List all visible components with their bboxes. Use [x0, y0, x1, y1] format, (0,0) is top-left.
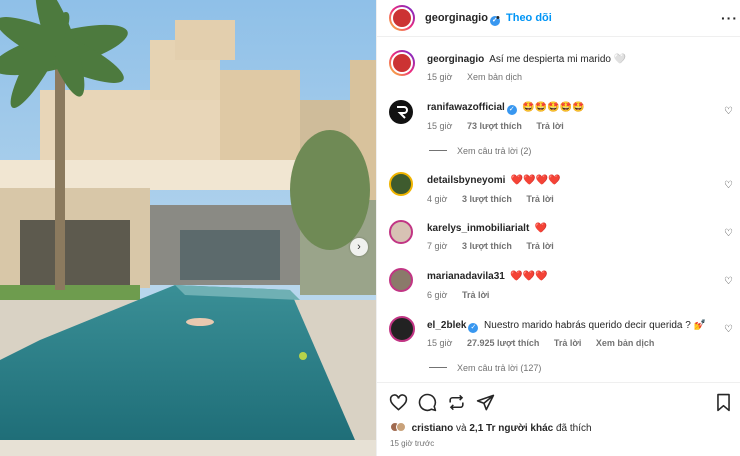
comment-text: 🤩🤩🤩🤩🤩 — [522, 102, 585, 113]
comment-meta: 15 giờ 73 lượt thích Trả lời — [427, 121, 576, 131]
liker-username[interactable]: cristiano — [412, 423, 454, 434]
post-panel: georginagio ✓ • Theo dõi ··· georginagio … — [376, 0, 740, 456]
verified-icon: ✓ — [506, 105, 517, 115]
comment-line: karelys_inmobiliarialt ❤️ — [427, 223, 547, 234]
post-time: 15 giờ trước — [390, 439, 435, 448]
comment-avatar[interactable] — [389, 220, 413, 244]
comment-time: 15 giờ — [427, 338, 453, 348]
comment-username[interactable]: detailsbyneyomi — [427, 175, 505, 186]
caption-line: georginagio Así me despierta mi marido 🤍 — [427, 54, 626, 65]
likes-count[interactable]: 2,1 Tr người khác — [469, 423, 553, 434]
follow-button[interactable]: Theo dõi — [506, 12, 552, 24]
comment-meta: 15 giờ 27.925 lượt thích Trả lời Xem bản… — [427, 338, 666, 348]
reply-button[interactable]: Trả lời — [554, 338, 581, 348]
reply-button[interactable]: Trả lời — [526, 194, 553, 204]
translate-link[interactable]: Xem bản dịch — [596, 338, 655, 348]
likes-suffix: đã thích — [553, 423, 592, 434]
comment-likes[interactable]: 73 lượt thích — [467, 121, 522, 131]
more-icon[interactable]: ··· — [721, 10, 738, 26]
caption-meta: 15 giờ Xem bản dịch — [427, 72, 534, 82]
action-bar — [377, 382, 740, 422]
reply-button[interactable]: Trả lời — [526, 241, 553, 251]
separator-dot: • — [496, 12, 500, 24]
likes-middle: và — [453, 423, 470, 434]
author-username[interactable]: georginagio ✓ — [425, 12, 500, 26]
comment-username[interactable]: karelys_inmobiliarialt — [427, 223, 529, 234]
verified-icon: ✓ — [468, 323, 479, 333]
comment-avatar[interactable] — [389, 172, 413, 196]
comment-line: detailsbyneyomi ❤️❤️❤️❤️ — [427, 175, 561, 186]
comment-username[interactable]: marianadavila31 — [427, 271, 505, 282]
chevron-right-icon: › — [357, 241, 361, 253]
heart-icon[interactable] — [389, 393, 408, 417]
view-replies-button[interactable]: Xem câu trả lời (127) — [429, 363, 541, 373]
post-header: georginagio ✓ • Theo dõi ··· — [377, 0, 740, 37]
view-replies-button[interactable]: Xem câu trả lời (2) — [429, 146, 531, 156]
caption-translate-link[interactable]: Xem bản dịch — [467, 72, 522, 82]
author-username-text: georginagio — [425, 12, 488, 24]
comment-likes[interactable]: 3 lượt thích — [462, 194, 512, 204]
comment-text: ❤️❤️❤️ — [510, 271, 548, 282]
liker-avatar — [396, 422, 406, 432]
comment-text: ❤️ — [534, 223, 548, 234]
view-replies-label: Xem câu trả lời (2) — [457, 146, 532, 156]
comment-time: 7 giờ — [427, 241, 448, 251]
pool-photo — [0, 0, 376, 456]
post-media[interactable]: › — [0, 0, 376, 456]
heart-icon[interactable]: ♡ — [724, 106, 733, 117]
caption-avatar[interactable] — [389, 50, 415, 76]
heart-icon[interactable]: ♡ — [724, 228, 733, 239]
likes-summary[interactable]: cristiano và 2,1 Tr người khác đã thích — [390, 422, 592, 434]
repost-icon[interactable] — [447, 393, 466, 417]
comment-time: 4 giờ — [427, 194, 448, 204]
comment-text: ❤️❤️❤️❤️ — [510, 175, 561, 186]
comment-meta: 4 giờ 3 lượt thích Trả lời — [427, 194, 566, 204]
bookmark-icon[interactable] — [715, 393, 732, 417]
comment-meta: 6 giờ Trả lời — [427, 290, 501, 300]
comment-username[interactable]: el_2blek — [427, 320, 466, 331]
caption-text: Así me despierta mi marido 🤍 — [489, 54, 627, 65]
comment-time: 15 giờ — [427, 121, 453, 131]
share-icon[interactable] — [476, 393, 495, 417]
heart-icon[interactable]: ♡ — [724, 180, 733, 191]
comment-avatar[interactable] — [389, 316, 415, 342]
comment-username[interactable]: ranifawazofficial — [427, 102, 505, 113]
comment-likes[interactable]: 27.925 lượt thích — [467, 338, 539, 348]
comment-line: el_2blek ✓ Nuestro marido habrás querido … — [427, 320, 706, 333]
comment-meta: 7 giờ 3 lượt thích Trả lời — [427, 241, 566, 251]
comment-text: Nuestro marido habrás querido decir quer… — [484, 320, 707, 331]
view-replies-label: Xem câu trả lời (127) — [457, 363, 542, 373]
comment-time: 6 giờ — [427, 290, 448, 300]
next-media-button[interactable]: › — [350, 238, 368, 256]
comment-likes[interactable]: 3 lượt thích — [462, 241, 512, 251]
caption-username[interactable]: georginagio — [427, 54, 484, 65]
reply-button[interactable]: Trả lời — [462, 290, 489, 300]
author-avatar[interactable] — [389, 5, 415, 31]
comment-icon[interactable] — [418, 393, 437, 417]
heart-icon[interactable]: ♡ — [724, 324, 733, 335]
comment-avatar[interactable] — [389, 100, 413, 124]
comment-avatar[interactable] — [389, 268, 413, 292]
caption-time: 15 giờ — [427, 72, 453, 82]
comment-line: ranifawazofficial ✓ 🤩🤩🤩🤩🤩 — [427, 102, 585, 115]
reply-button[interactable]: Trả lời — [536, 121, 563, 131]
heart-icon[interactable]: ♡ — [724, 276, 733, 287]
comment-line: marianadavila31 ❤️❤️❤️ — [427, 271, 548, 282]
